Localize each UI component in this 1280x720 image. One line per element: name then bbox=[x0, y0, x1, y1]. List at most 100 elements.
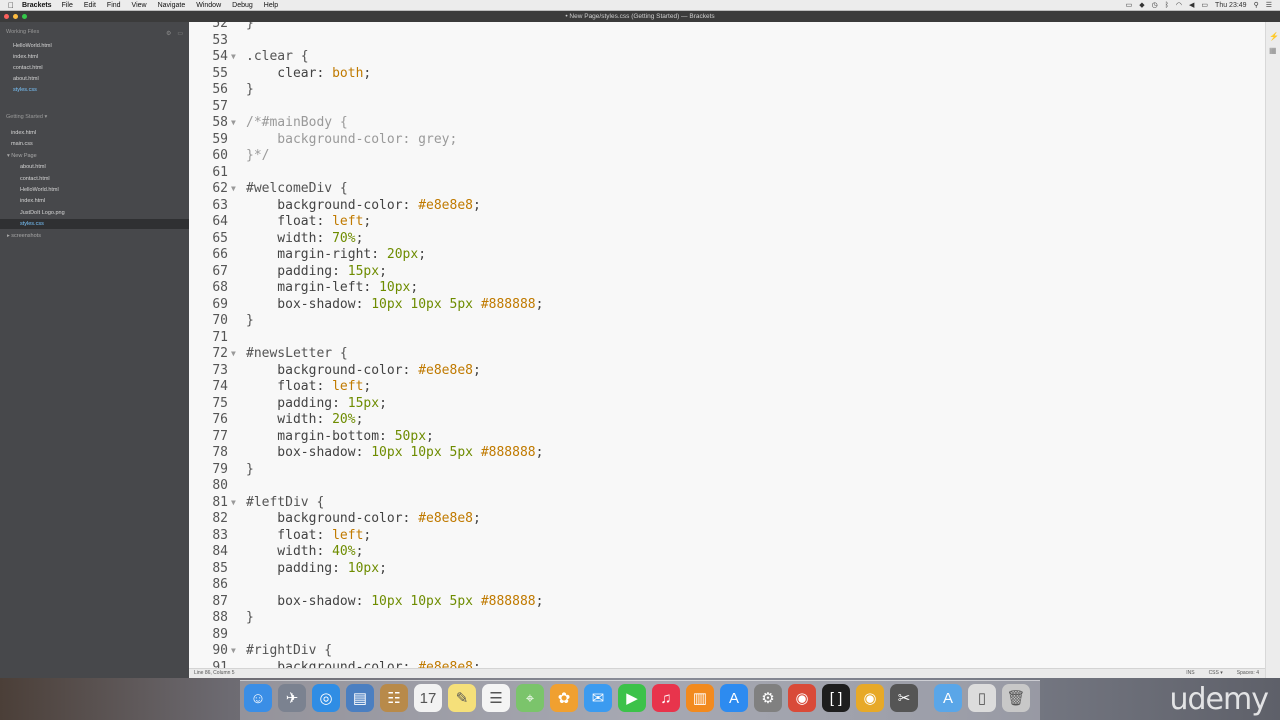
indent-setting[interactable]: Spaces: 4 bbox=[1237, 669, 1259, 678]
code-line[interactable]: 57 bbox=[189, 99, 1265, 116]
fold-toggle-icon[interactable]: ▼ bbox=[231, 643, 236, 660]
code-line[interactable]: 82 background-color: #e8e8e8; bbox=[189, 511, 1265, 528]
project-file-item[interactable]: main.css bbox=[11, 139, 33, 149]
facetime-icon[interactable]: ▶ bbox=[618, 684, 646, 712]
fold-toggle-icon[interactable]: ▼ bbox=[231, 115, 236, 132]
code-line[interactable]: 72 ▼ #newsLetter { bbox=[189, 346, 1265, 363]
code-line[interactable]: 68 margin-left: 10px; bbox=[189, 280, 1265, 297]
project-file-item[interactable]: index.html bbox=[20, 196, 45, 206]
time-machine-icon[interactable]: ◷ bbox=[1152, 0, 1158, 11]
code-line[interactable]: 88} bbox=[189, 610, 1265, 627]
ibooks-icon[interactable]: ▥ bbox=[686, 684, 714, 712]
trash-icon[interactable]: 🗑 bbox=[1002, 684, 1030, 712]
code-line[interactable]: 84 width: 40%; bbox=[189, 544, 1265, 561]
close-window-button[interactable] bbox=[4, 14, 9, 19]
messages-icon[interactable]: ✉ bbox=[584, 684, 612, 712]
working-file-item[interactable]: styles.css bbox=[13, 85, 37, 95]
code-line[interactable]: 52} bbox=[189, 22, 1265, 33]
code-line[interactable]: 58 ▼ /*#mainBody { bbox=[189, 115, 1265, 132]
working-file-item[interactable]: about.html bbox=[13, 74, 39, 84]
code-line[interactable]: 53 bbox=[189, 33, 1265, 50]
code-line[interactable]: 78 box-shadow: 10px 10px 5px #888888; bbox=[189, 445, 1265, 462]
project-file-item[interactable]: contact.html bbox=[20, 174, 50, 184]
code-line[interactable]: 71 bbox=[189, 330, 1265, 347]
code-line[interactable]: 69 box-shadow: 10px 10px 5px #888888; bbox=[189, 297, 1265, 314]
code-line[interactable]: 83 float: left; bbox=[189, 528, 1265, 545]
gear-icon[interactable]: ⚙ bbox=[166, 30, 171, 37]
photos-icon[interactable]: ✿ bbox=[550, 684, 578, 712]
documents-icon[interactable]: ▯ bbox=[968, 684, 996, 712]
code-line[interactable]: 89 bbox=[189, 627, 1265, 644]
code-line[interactable]: 90 ▼ #rightDiv { bbox=[189, 643, 1265, 660]
insert-mode[interactable]: INS bbox=[1186, 669, 1194, 678]
extension-manager-icon[interactable]: ▦ bbox=[1269, 46, 1277, 55]
itunes-icon[interactable]: ♫ bbox=[652, 684, 680, 712]
maps-icon[interactable]: ⌖ bbox=[516, 684, 544, 712]
code-line[interactable]: 75 padding: 15px; bbox=[189, 396, 1265, 413]
safari-icon[interactable]: ◎ bbox=[312, 684, 340, 712]
code-line[interactable]: 61 bbox=[189, 165, 1265, 182]
battery-icon[interactable]: ▭ bbox=[1201, 0, 1208, 11]
code-line[interactable]: 80 bbox=[189, 478, 1265, 495]
bluetooth-icon[interactable]: ᛒ bbox=[1165, 0, 1169, 11]
code-line[interactable]: 79} bbox=[189, 462, 1265, 479]
menu-navigate[interactable]: Navigate bbox=[158, 0, 186, 11]
project-folder-item[interactable]: ▾ New Page bbox=[7, 151, 37, 161]
working-file-item[interactable]: index.html bbox=[13, 52, 38, 62]
apple-icon[interactable]:  bbox=[0, 0, 22, 11]
menu-edit[interactable]: Edit bbox=[84, 0, 96, 11]
project-header[interactable]: Getting Started ▾ bbox=[6, 114, 47, 120]
project-file-item[interactable]: JustDoIt Logo.png bbox=[20, 208, 65, 218]
menu-window[interactable]: Window bbox=[196, 0, 221, 11]
menu-file[interactable]: File bbox=[62, 0, 73, 11]
minimize-window-button[interactable] bbox=[13, 14, 18, 19]
code-line[interactable]: 86 bbox=[189, 577, 1265, 594]
chrome-icon[interactable]: ◉ bbox=[788, 684, 816, 712]
zoom-window-button[interactable] bbox=[22, 14, 27, 19]
live-preview-icon[interactable]: ⚡ bbox=[1269, 32, 1279, 41]
contacts-icon[interactable]: ☷ bbox=[380, 684, 408, 712]
menu-view[interactable]: View bbox=[132, 0, 147, 11]
app-store-icon[interactable]: A bbox=[720, 684, 748, 712]
chrome-canary-icon[interactable]: ◉ bbox=[856, 684, 884, 712]
screencast-icon[interactable]: ✂ bbox=[890, 684, 918, 712]
reminders-icon[interactable]: ☰ bbox=[482, 684, 510, 712]
system-preferences-icon[interactable]: ⚙ bbox=[754, 684, 782, 712]
code-line[interactable]: 54 ▼ .clear { bbox=[189, 49, 1265, 66]
airplay-icon[interactable]: ▭ bbox=[1126, 0, 1133, 11]
code-line[interactable]: 74 float: left; bbox=[189, 379, 1265, 396]
notification-center-icon[interactable]: ☰ bbox=[1266, 0, 1272, 11]
menu-find[interactable]: Find bbox=[107, 0, 121, 11]
split-view-icon[interactable]: ▭ bbox=[177, 30, 183, 37]
launchpad-icon[interactable]: ✈ bbox=[278, 684, 306, 712]
calendar-icon[interactable]: 17 bbox=[414, 684, 442, 712]
project-file-item[interactable]: styles.css bbox=[20, 219, 44, 229]
fold-toggle-icon[interactable]: ▼ bbox=[231, 181, 236, 198]
project-file-item[interactable]: HelloWorld.html bbox=[20, 185, 59, 195]
code-line[interactable]: 56} bbox=[189, 82, 1265, 99]
code-line[interactable]: 60}*/ bbox=[189, 148, 1265, 165]
code-line[interactable]: 59 background-color: grey; bbox=[189, 132, 1265, 149]
code-line[interactable]: 63 background-color: #e8e8e8; bbox=[189, 198, 1265, 215]
code-line[interactable]: 67 padding: 15px; bbox=[189, 264, 1265, 281]
code-line[interactable]: 55 clear: both; bbox=[189, 66, 1265, 83]
language-selector[interactable]: CSS ▾ bbox=[1209, 669, 1223, 678]
spotlight-icon[interactable]: ⚲ bbox=[1254, 0, 1259, 11]
volume-icon[interactable]: ◀ bbox=[1189, 0, 1194, 11]
project-file-item[interactable]: index.html bbox=[11, 128, 36, 138]
code-line[interactable]: 70} bbox=[189, 313, 1265, 330]
working-file-item[interactable]: contact.html bbox=[13, 63, 43, 73]
code-line[interactable]: 73 background-color: #e8e8e8; bbox=[189, 363, 1265, 380]
menu-clock[interactable]: Thu 23:49 bbox=[1215, 0, 1247, 11]
code-line[interactable]: 66 margin-right: 20px; bbox=[189, 247, 1265, 264]
code-line[interactable]: 85 padding: 10px; bbox=[189, 561, 1265, 578]
menu-help[interactable]: Help bbox=[264, 0, 278, 11]
finder-icon[interactable]: ☺ bbox=[244, 684, 272, 712]
code-line[interactable]: 81 ▼ #leftDiv { bbox=[189, 495, 1265, 512]
code-editor[interactable]: 52} 53 54 ▼ .clear {55 clear: both; 56} 57 58 ▼ /… bbox=[189, 22, 1265, 668]
dropbox-icon[interactable]: ◆ bbox=[1139, 0, 1144, 11]
menu-debug[interactable]: Debug bbox=[232, 0, 253, 11]
wifi-icon[interactable]: ◠ bbox=[1176, 0, 1182, 11]
code-line[interactable]: 64 float: left; bbox=[189, 214, 1265, 231]
code-line[interactable]: 87 box-shadow: 10px 10px 5px #888888; bbox=[189, 594, 1265, 611]
